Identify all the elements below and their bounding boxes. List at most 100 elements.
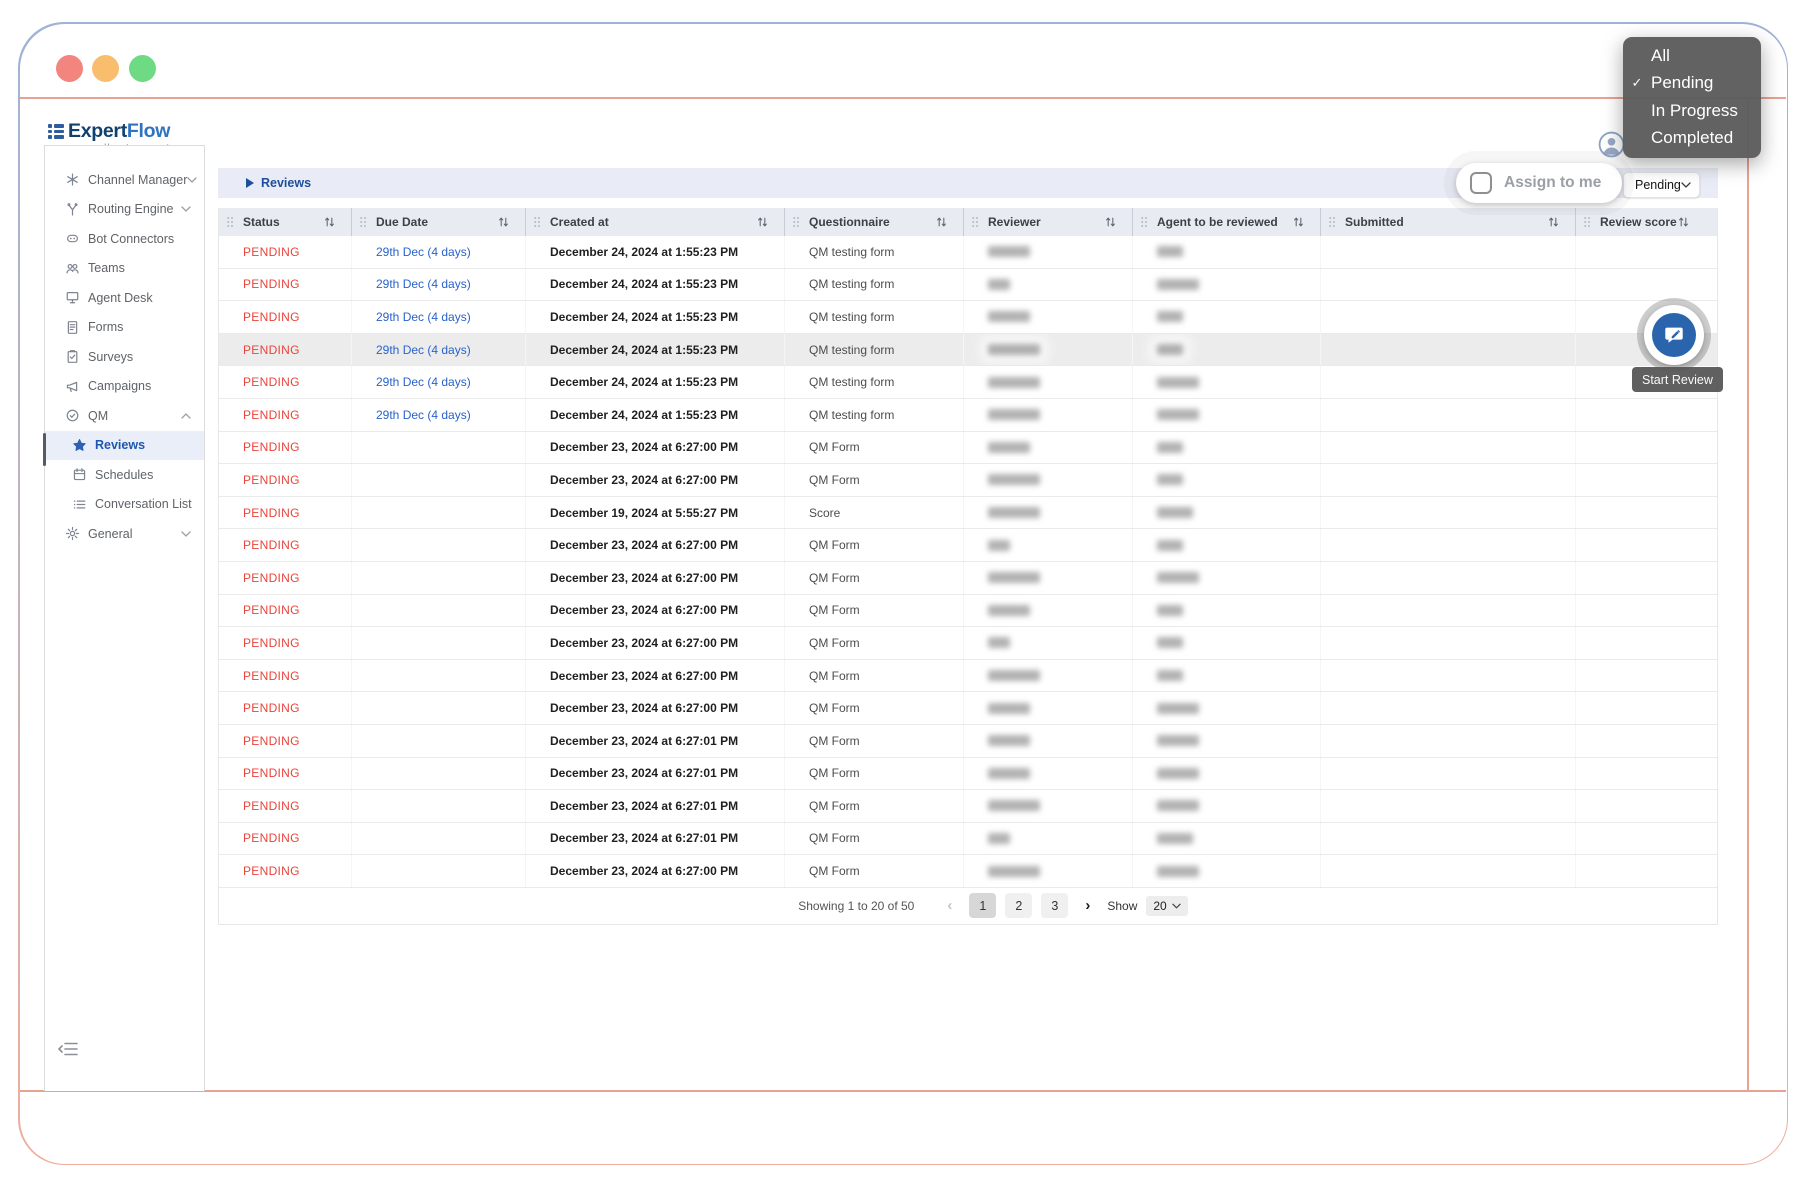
column-header-submitted[interactable]: Submitted <box>1321 208 1576 236</box>
sort-arrows-icon[interactable] <box>756 216 769 228</box>
table-row[interactable]: PENDING 29th Dec (4 days) December 24, 202… <box>219 301 1717 334</box>
previous-page-button[interactable]: ‹ <box>939 897 960 914</box>
due-date-link[interactable]: 29th Dec (4 days) <box>376 310 471 324</box>
questionnaire: QM testing form <box>809 342 895 357</box>
sidebar-item-routing-engine[interactable]: Routing Engine <box>45 195 204 225</box>
questionnaire: QM Form <box>809 733 860 748</box>
due-date-link[interactable]: 29th Dec (4 days) <box>376 245 471 259</box>
dropdown-option-in-progress[interactable]: In Progress <box>1623 97 1761 125</box>
column-header-created-at[interactable]: Created at <box>526 208 785 236</box>
table-row[interactable]: PENDING 29th Dec (4 days) December 24, 202… <box>219 398 1717 432</box>
table-row[interactable]: PENDING December 23, 2024 at 6:27:01 PM QM… <box>219 757 1717 791</box>
dropdown-option-completed[interactable]: Completed <box>1623 125 1761 153</box>
next-page-button[interactable]: › <box>1077 897 1098 914</box>
sidebar-item-surveys[interactable]: Surveys <box>45 342 204 372</box>
drag-handle-icon[interactable] <box>1140 216 1148 228</box>
table-row[interactable]: PENDING 29th Dec (4 days) December 24, 202… <box>219 268 1717 302</box>
page-button-3[interactable]: 3 <box>1041 893 1069 919</box>
questionnaire: QM Form <box>809 538 860 553</box>
column-header-questionnaire[interactable]: Questionnaire <box>785 208 964 236</box>
column-header-agent-to-be-reviewed[interactable]: Agent to be reviewed <box>1133 208 1321 236</box>
drag-handle-icon[interactable] <box>359 216 367 228</box>
table-row[interactable]: PENDING December 23, 2024 at 6:27:00 PM QM… <box>219 431 1717 465</box>
table-row[interactable]: PENDING December 23, 2024 at 6:27:01 PM QM… <box>219 790 1717 823</box>
status-badge: PENDING <box>243 505 300 520</box>
sidebar-item-reviews[interactable]: Reviews <box>45 430 204 460</box>
user-avatar-icon[interactable] <box>1598 131 1625 158</box>
sidebar-item-conversation-list[interactable]: Conversation List <box>45 490 204 520</box>
sidebar-item-agent-desk[interactable]: Agent Desk <box>45 283 204 313</box>
reviewer-redacted <box>988 539 1010 551</box>
table-row[interactable]: PENDING December 23, 2024 at 6:27:00 PM QM… <box>219 464 1717 497</box>
page-button-2[interactable]: 2 <box>1005 893 1033 919</box>
assign-to-me-checkbox[interactable] <box>1470 172 1492 194</box>
column-header-due-date[interactable]: Due Date <box>352 208 526 236</box>
agent-redacted <box>1157 832 1193 844</box>
sort-arrows-icon[interactable] <box>1292 216 1305 228</box>
table-row[interactable]: PENDING December 23, 2024 at 6:27:00 PM QM… <box>219 627 1717 660</box>
page-button-1[interactable]: 1 <box>969 893 997 919</box>
dropdown-option-all[interactable]: All <box>1623 42 1761 70</box>
sort-arrows-icon[interactable] <box>323 216 336 228</box>
column-header-reviewer[interactable]: Reviewer <box>964 208 1133 236</box>
sort-arrows-icon[interactable] <box>935 216 948 228</box>
drag-handle-icon[interactable] <box>1328 216 1336 228</box>
reviewer-redacted <box>988 278 1010 290</box>
qm-icon <box>64 408 80 424</box>
table-row[interactable]: PENDING December 23, 2024 at 6:27:00 PM QM… <box>219 594 1717 628</box>
sidebar-item-bot-connectors[interactable]: Bot Connectors <box>45 224 204 254</box>
table-row[interactable]: PENDING December 23, 2024 at 6:27:00 PM QM… <box>219 659 1717 693</box>
minimize-window-button[interactable] <box>92 55 119 82</box>
sidebar-item-schedules[interactable]: Schedules <box>45 460 204 490</box>
sort-arrows-icon[interactable] <box>1677 216 1690 228</box>
table-row[interactable]: PENDING December 23, 2024 at 6:27:01 PM QM… <box>219 724 1717 758</box>
status-badge: PENDING <box>243 570 300 585</box>
sort-arrows-icon[interactable] <box>497 216 510 228</box>
sidebar-item-forms[interactable]: Forms <box>45 313 204 343</box>
drag-handle-icon[interactable] <box>792 216 800 228</box>
table-row[interactable]: PENDING December 23, 2024 at 6:27:00 PM QM… <box>219 855 1717 888</box>
sidebar-item-campaigns[interactable]: Campaigns <box>45 372 204 402</box>
table-row[interactable]: PENDING December 19, 2024 at 5:55:27 PM Sc… <box>219 496 1717 530</box>
table-row[interactable]: PENDING December 23, 2024 at 6:27:00 PM QM… <box>219 529 1717 562</box>
zoom-window-button[interactable] <box>129 55 156 82</box>
sidebar-scrollbar[interactable] <box>43 433 46 466</box>
start-review-button[interactable] <box>1652 313 1696 357</box>
due-date-link[interactable]: 29th Dec (4 days) <box>376 277 471 291</box>
table-row[interactable]: PENDING December 23, 2024 at 6:27:00 PM QM… <box>219 561 1717 595</box>
status-filter-select[interactable]: Pending <box>1623 172 1700 198</box>
close-window-button[interactable] <box>56 55 83 82</box>
due-date-link[interactable]: 29th Dec (4 days) <box>376 343 471 357</box>
table-row[interactable]: PENDING 29th Dec (4 days) December 24, 202… <box>219 333 1717 367</box>
breadcrumb[interactable]: Reviews <box>246 176 311 190</box>
schedules-icon <box>71 467 87 483</box>
column-header-review-score[interactable]: Review score <box>1576 208 1719 236</box>
column-label: Status <box>243 215 280 229</box>
sort-arrows-icon[interactable] <box>1547 216 1560 228</box>
page-size-select[interactable]: 20 <box>1146 895 1188 916</box>
created-at: December 23, 2024 at 6:27:01 PM <box>550 798 739 813</box>
drag-handle-icon[interactable] <box>533 216 541 228</box>
sidebar-item-channel-manager[interactable]: Channel Manager <box>45 165 204 195</box>
table-row[interactable]: PENDING December 23, 2024 at 6:27:01 PM QM… <box>219 822 1717 856</box>
sort-arrows-icon[interactable] <box>1104 216 1117 228</box>
drag-handle-icon[interactable] <box>971 216 979 228</box>
agent-redacted <box>1157 702 1199 714</box>
table-row[interactable]: PENDING 29th Dec (4 days) December 24, 202… <box>219 366 1717 399</box>
due-date-link[interactable]: 29th Dec (4 days) <box>376 375 471 389</box>
sidebar-item-teams[interactable]: Teams <box>45 254 204 284</box>
drag-handle-icon[interactable] <box>1583 216 1591 228</box>
table-row[interactable]: PENDING December 23, 2024 at 6:27:00 PM QM… <box>219 692 1717 725</box>
collapse-sidebar-icon[interactable] <box>57 1041 79 1059</box>
agent-redacted <box>1157 865 1199 877</box>
table-row[interactable]: PENDING 29th Dec (4 days) December 24, 202… <box>219 236 1717 269</box>
status-badge: PENDING <box>243 407 300 422</box>
chevron-down-icon <box>1172 903 1181 909</box>
due-date-link[interactable]: 29th Dec (4 days) <box>376 408 471 422</box>
column-header-status[interactable]: Status <box>219 208 352 236</box>
sidebar-item-general[interactable]: General <box>45 519 204 549</box>
dropdown-option-pending[interactable]: ✓ Pending <box>1623 70 1761 98</box>
drag-handle-icon[interactable] <box>226 216 234 228</box>
status-badge: PENDING <box>243 766 300 781</box>
sidebar-item-qm[interactable]: QM <box>45 401 204 431</box>
